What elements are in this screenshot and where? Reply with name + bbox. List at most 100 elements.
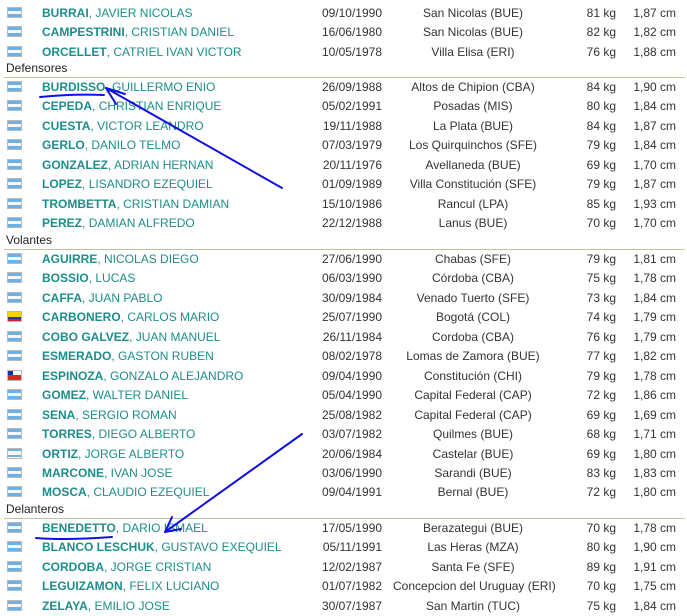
player-name-link[interactable]: ORTIZ, JORGE ALBERTO <box>42 447 184 461</box>
player-name-link[interactable]: BLANCO LESCHUK, GUSTAVO EXEQUIEL <box>42 540 282 554</box>
player-height: 1,86 cm <box>633 388 676 403</box>
flag-icon-arg <box>7 197 22 209</box>
birth-place: Capital Federal (CAP) <box>414 407 532 422</box>
birth-date: 09/10/1990 <box>321 6 382 20</box>
flag-icon-arg <box>7 428 22 440</box>
player-row: TORRES, DIEGO ALBERTO 03/07/1982 Quilmes (… <box>0 425 687 444</box>
player-weight: 79 kg <box>586 177 616 192</box>
player-name-link[interactable]: CAFFA, JUAN PABLO <box>42 291 162 305</box>
player-name-link[interactable]: BURDISSO, GUILLERMO ENIO <box>42 80 215 94</box>
player-weight: 81 kg <box>586 6 616 20</box>
flag-icon-arg <box>7 100 22 112</box>
name-separator: , <box>111 349 119 364</box>
player-name-link[interactable]: ESPINOZA, GONZALO ALEJANDRO <box>42 369 243 383</box>
birth-place: Lomas de Zamora (BUE) <box>406 349 540 364</box>
birth-place: Castelar (BUE) <box>432 446 514 461</box>
player-name-link[interactable]: CUESTA, VICTOR LEANDRO <box>42 119 204 133</box>
player-surname: PEREZ <box>42 216 83 231</box>
player-surname: CAMPESTRINI <box>42 25 125 40</box>
birth-date: 16/06/1980 <box>321 25 382 40</box>
player-name-link[interactable]: GONZALEZ, ADRIAN HERNAN <box>42 158 213 172</box>
birth-place: Villa Elisa (ERI) <box>431 44 515 59</box>
player-given-name: CHRISTIAN ENRIQUE <box>98 99 222 114</box>
section-title: Defensores <box>6 61 68 75</box>
player-name-link[interactable]: ORCELLET, CATRIEL IVAN VICTOR <box>42 45 242 59</box>
player-surname: SENA <box>42 407 76 422</box>
birth-date: 27/06/1990 <box>321 252 382 266</box>
birth-place: Berazategui (BUE) <box>422 521 524 535</box>
player-surname: LOPEZ <box>42 177 83 192</box>
player-name-link[interactable]: MARCONE, IVAN JOSE <box>42 466 172 480</box>
player-name-link[interactable]: CEPEDA, CHRISTIAN ENRIQUE <box>42 99 221 113</box>
birth-date: 30/07/1987 <box>321 598 382 613</box>
player-surname: TROMBETTA <box>42 196 117 211</box>
player-name-link[interactable]: CARBONERO, CARLOS MARIO <box>42 310 219 324</box>
name-separator: , <box>97 252 105 266</box>
flag-icon-arg <box>7 253 22 264</box>
birth-place: Altos de Chipion (CBA) <box>411 80 535 94</box>
birth-date: 05/04/1990 <box>321 388 382 403</box>
player-given-name: LUCAS <box>95 271 136 286</box>
player-name-link[interactable]: LEGUIZAMON, FELIX LUCIANO <box>42 579 219 593</box>
player-name-link[interactable]: BURRAI, JAVIER NICOLAS <box>42 6 192 20</box>
player-name-link[interactable]: BENEDETTO, DARIO ISMAEL <box>42 521 208 535</box>
player-name-link[interactable]: GERLO, DANILO TELMO <box>42 138 180 152</box>
section-title: Volantes <box>6 233 53 247</box>
player-surname: TORRES <box>42 427 92 442</box>
player-given-name: DAMIAN ALFREDO <box>88 216 195 231</box>
player-name-link[interactable]: TROMBETTA, CRISTIAN DAMIAN <box>42 197 229 211</box>
birth-place: Bogotá (COL) <box>435 310 511 325</box>
player-row: LEGUIZAMON, FELIX LUCIANO 01/07/1982 Conce… <box>0 577 687 596</box>
player-given-name: GASTON RUBEN <box>118 349 214 364</box>
player-given-name: JORGE CRISTIAN <box>110 559 212 574</box>
player-name-link[interactable]: CAMPESTRINI, CRISTIAN DANIEL <box>42 25 234 39</box>
player-name-link[interactable]: BOSSIO, LUCAS <box>42 271 135 285</box>
player-name-link[interactable]: PEREZ, DAMIAN ALFREDO <box>42 216 195 230</box>
player-height: 1,83 cm <box>633 465 676 480</box>
birth-date: 15/10/1986 <box>321 196 382 211</box>
flag-icon-arg <box>7 408 22 420</box>
player-given-name: DANILO TELMO <box>91 138 181 153</box>
player-given-name: IVAN JOSE <box>110 465 173 480</box>
player-name-link[interactable]: MOSCA, CLAUDIO EZEQUIEL <box>42 485 209 499</box>
birth-place: Venado Tuerto (SFE) <box>416 290 530 305</box>
player-height: 1,80 cm <box>633 446 676 461</box>
player-surname: ESMERADO <box>42 349 112 364</box>
player-weight: 69 kg <box>586 407 616 422</box>
player-weight: 80 kg <box>586 99 616 114</box>
flag-icon-arg <box>7 272 22 284</box>
player-name-link[interactable]: SENA, SERGIO ROMAN <box>42 408 177 422</box>
birth-date: 03/07/1982 <box>321 427 382 442</box>
flag-icon-arg <box>7 330 22 342</box>
player-weight: 73 kg <box>586 290 616 305</box>
player-height: 1,90 cm <box>633 80 676 94</box>
player-height: 1,79 cm <box>633 310 676 325</box>
player-name-link[interactable]: CORDOBA, JORGE CRISTIAN <box>42 560 211 574</box>
birth-date: 05/11/1991 <box>322 540 382 555</box>
player-height: 1,80 cm <box>633 485 676 500</box>
player-height: 1,82 cm <box>633 349 676 364</box>
player-name-link[interactable]: GOMEZ, WALTER DANIEL <box>42 388 188 402</box>
name-separator: , <box>104 465 111 480</box>
player-height: 1,84 cm <box>633 290 676 305</box>
player-name-link[interactable]: ZELAYA, EMILIO JOSE <box>42 599 170 613</box>
flag-icon-arg <box>7 466 22 478</box>
birth-date: 25/07/1990 <box>321 310 382 325</box>
player-row: BURDISSO, GUILLERMO ENIO 26/09/1988 Altos … <box>0 78 687 97</box>
player-name-link[interactable]: TORRES, DIEGO ALBERTO <box>42 427 195 441</box>
player-height: 1,78 cm <box>633 271 676 286</box>
birth-place: Lanus (BUE) <box>438 216 508 231</box>
flag-icon-arg <box>7 580 22 592</box>
flag-icon-arg <box>7 486 22 498</box>
section-header: Delanteros <box>0 500 687 519</box>
player-name-link[interactable]: COBO GALVEZ, JUAN MANUEL <box>42 330 220 344</box>
player-surname: BURDISSO <box>42 80 106 94</box>
flag-icon-arg <box>7 217 22 229</box>
player-name-link[interactable]: ESMERADO, GASTON RUBEN <box>42 349 214 363</box>
player-given-name: GONZALO ALEJANDRO <box>110 368 244 383</box>
player-name-link[interactable]: AGUIRRE, NICOLAS DIEGO <box>42 252 199 266</box>
birth-place: Posadas (MIS) <box>433 99 513 114</box>
player-surname: ESPINOZA <box>42 368 104 383</box>
player-name-link[interactable]: LOPEZ, LISANDRO EZEQUIEL <box>42 177 213 191</box>
birth-date: 22/12/1988 <box>321 216 382 231</box>
